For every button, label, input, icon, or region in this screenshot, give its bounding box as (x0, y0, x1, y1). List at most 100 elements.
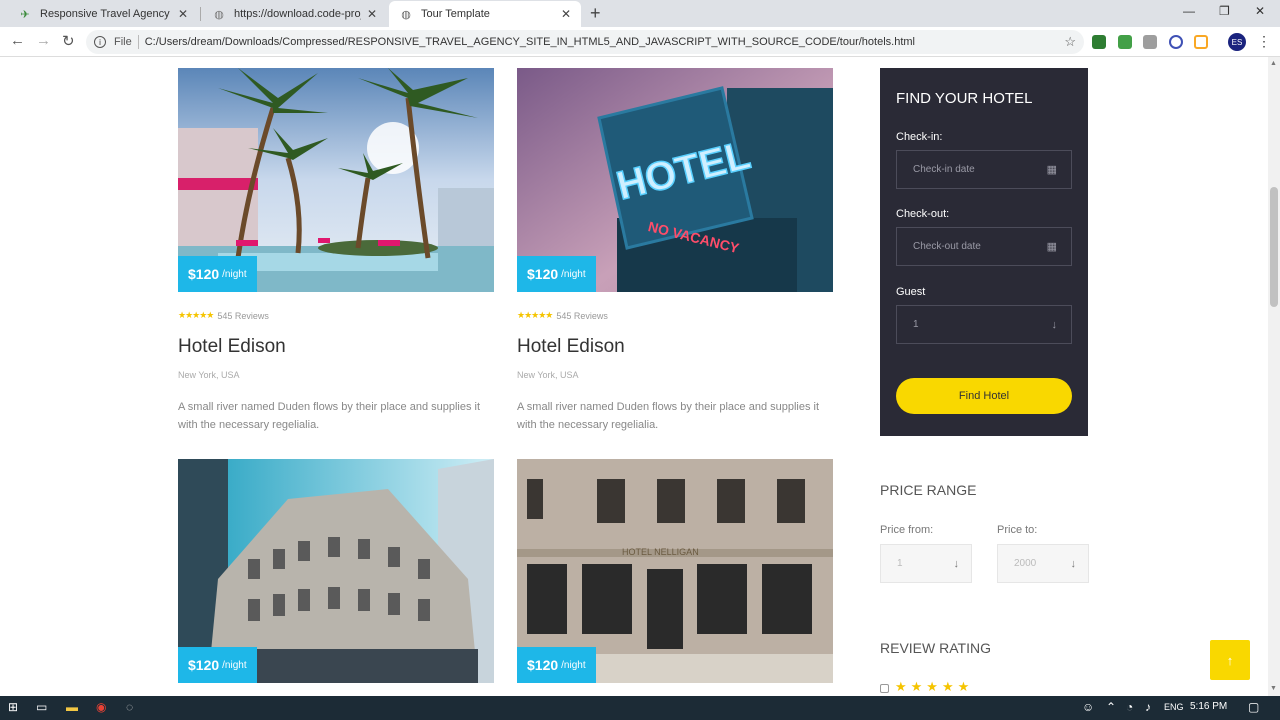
hotel-card[interactable]: $120 /night (178, 459, 494, 683)
rating-checkbox[interactable] (880, 684, 889, 693)
checkin-field[interactable]: Check-in date ▦ (896, 150, 1072, 189)
rating-row: ★★★★★ 545 Reviews (178, 310, 494, 321)
price-to-label: Price to: (997, 524, 1038, 536)
tab-favicon-icon: ◍ (214, 8, 224, 21)
tab-favicon-icon: ◍ (401, 8, 411, 21)
scroll-to-top-button[interactable]: ↑ (1210, 640, 1250, 680)
extension-block-icon[interactable] (1169, 35, 1183, 49)
hotel-image-building[interactable]: $120 /night (178, 459, 494, 683)
hotel-image-pool[interactable]: $120 /night (178, 68, 494, 292)
price-from-value: 1 (897, 558, 903, 569)
price-amount: $120 (527, 266, 559, 282)
maximize-icon[interactable]: ❐ (1219, 4, 1230, 18)
task-view-icon[interactable]: ▭ (36, 700, 47, 714)
tab-title: Responsive Travel Agency Site In (40, 8, 172, 20)
extension-shield-icon[interactable] (1118, 35, 1132, 49)
find-hotel-panel: FIND YOUR HOTEL Check-in: Check-in date … (880, 68, 1088, 436)
wifi-icon[interactable]: ◔ (1126, 700, 1133, 714)
browser-tab-3[interactable]: ◍ Tour Template ✕ (389, 1, 581, 27)
windows-start-icon[interactable]: ⊞ (8, 700, 18, 714)
checkout-label: Check-out: (896, 208, 950, 220)
info-icon[interactable]: i (94, 36, 106, 48)
hotel-name[interactable]: Hotel Edison (178, 336, 494, 358)
extension-globe-icon[interactable] (1092, 35, 1106, 49)
price-badge: $120 /night (517, 256, 596, 292)
back-icon[interactable]: ← (10, 32, 25, 49)
price-to-select[interactable]: 2000 ↓ (997, 544, 1089, 583)
window-close-icon[interactable]: ✕ (1255, 4, 1265, 18)
price-amount: $120 (188, 266, 220, 282)
windows-taskbar: ⊞ ▭ ▬ ◉ ◌ ☺ ⌃ ◔ ♪ ENG 5:16 PM ▢ (0, 696, 1280, 720)
tab-close-icon[interactable]: ✕ (367, 7, 377, 21)
price-badge: $120 /night (517, 647, 596, 683)
find-hotel-button[interactable]: Find Hotel (896, 378, 1072, 414)
minimize-icon[interactable]: — (1183, 4, 1195, 18)
price-unit: /night (222, 268, 247, 280)
page-scrollbar[interactable]: ▲ ▼ (1268, 57, 1280, 696)
browser-menu-icon[interactable]: ⋮ (1257, 33, 1271, 50)
calendar-icon: ▦ (1046, 164, 1057, 176)
price-from-label: Price from: (880, 524, 934, 536)
scroll-down-icon[interactable]: ▼ (1270, 685, 1277, 692)
clock[interactable]: 5:16 PM (1190, 701, 1227, 712)
hotel-image-facade[interactable]: HOTEL NELLIGAN $120 /night (517, 459, 833, 683)
find-hotel-title: FIND YOUR HOTEL (896, 90, 1033, 107)
extension-link-icon[interactable] (1194, 35, 1208, 49)
stars-icon: ★★★★★ (178, 310, 214, 320)
hotel-name[interactable]: Hotel Edison (517, 336, 833, 358)
hotel-card[interactable]: HOTEL NELLIGAN $120 /night (517, 459, 833, 683)
hotel-description: A small river named Duden flows by their… (517, 401, 820, 431)
price-range-title: PRICE RANGE (880, 482, 977, 498)
browser-toolbar: ← → ↻ i File C:/Users/dream/Downloads/Co… (0, 27, 1280, 57)
profile-avatar[interactable]: ES (1228, 33, 1246, 51)
hotel-image-neon[interactable]: HOTEL NO VACANCY $120 /night (517, 68, 833, 292)
scroll-up-icon[interactable]: ▲ (1270, 60, 1277, 67)
page-content: $120 /night ★★★★★ 545 Reviews Hotel Edis… (0, 57, 1268, 696)
hotel-location: New York, USA (517, 370, 579, 380)
reload-icon[interactable]: ↻ (62, 32, 75, 50)
guest-select[interactable]: 1 ↓ (896, 305, 1072, 344)
price-amount: $120 (527, 657, 559, 673)
arrow-down-icon: ↓ (1070, 557, 1077, 570)
rating-stars-icon: ★★★★★ (895, 679, 974, 694)
url-text[interactable]: C:/Users/dream/Downloads/Compressed/RESP… (145, 36, 1065, 48)
hotel-card[interactable]: HOTEL NO VACANCY $120 /night ★★★★★ 545 R… (517, 68, 833, 434)
checkout-field[interactable]: Check-out date ▦ (896, 227, 1072, 266)
app-icon[interactable]: ◌ (126, 700, 133, 714)
notifications-icon[interactable]: ▢ (1248, 700, 1259, 714)
volume-icon[interactable]: ♪ (1145, 700, 1151, 714)
price-badge: $120 /night (178, 256, 257, 292)
file-label: File (114, 36, 132, 48)
people-icon[interactable]: ☺ (1082, 700, 1094, 714)
tray-chevron-icon[interactable]: ⌃ (1106, 700, 1116, 714)
review-count: 545 Reviews (217, 310, 269, 321)
chrome-icon[interactable]: ◉ (96, 700, 106, 714)
facade-sign-text: HOTEL NELLIGAN (622, 547, 699, 557)
review-count: 545 Reviews (556, 310, 608, 321)
tab-title: Tour Template (421, 8, 490, 20)
price-badge: $120 /night (178, 647, 257, 683)
price-unit: /night (561, 659, 586, 671)
guest-value: 1 (913, 319, 919, 330)
forward-icon[interactable]: → (36, 32, 51, 49)
scroll-thumb[interactable] (1270, 187, 1278, 307)
tab-close-icon[interactable]: ✕ (561, 7, 571, 21)
file-explorer-icon[interactable]: ▬ (66, 700, 78, 714)
price-from-select[interactable]: 1 ↓ (880, 544, 972, 583)
bookmark-star-icon[interactable]: ☆ (1064, 34, 1076, 50)
tab-close-icon[interactable]: ✕ (178, 7, 188, 21)
new-tab-icon[interactable]: + (590, 3, 601, 24)
language-indicator[interactable]: ENG (1164, 702, 1184, 712)
price-unit: /night (222, 659, 247, 671)
extension-page-icon[interactable] (1143, 35, 1157, 49)
price-to-value: 2000 (1014, 558, 1037, 569)
browser-tab-1[interactable]: ✈ Responsive Travel Agency Site In ✕ (8, 1, 198, 27)
checkout-placeholder: Check-out date (913, 241, 981, 252)
address-bar[interactable]: i File C:/Users/dream/Downloads/Compress… (86, 30, 1084, 54)
hotel-description: A small river named Duden flows by their… (178, 401, 481, 431)
hotel-card[interactable]: $120 /night ★★★★★ 545 Reviews Hotel Edis… (178, 68, 494, 434)
stars-icon: ★★★★★ (517, 310, 553, 320)
checkin-label: Check-in: (896, 131, 943, 143)
guest-label: Guest (896, 286, 926, 298)
browser-tab-2[interactable]: ◍ https://download.code-projects.o ✕ (202, 1, 387, 27)
